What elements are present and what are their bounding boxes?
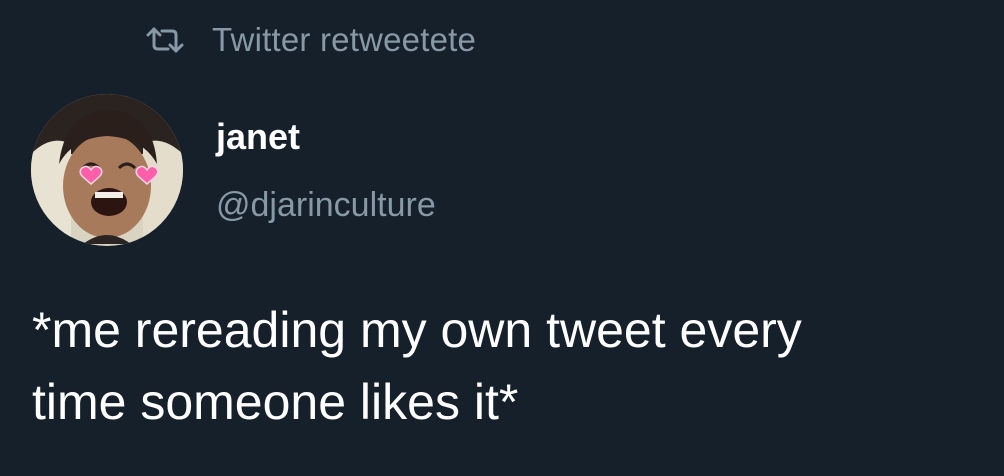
retweet-context: Twitter retweetete: [146, 20, 476, 60]
tweet-text-line-1: *me rereading my own tweet every: [32, 302, 802, 358]
retweet-icon: [146, 25, 184, 55]
retweet-label: Twitter retweetete: [212, 21, 477, 58]
avatar[interactable]: [31, 94, 183, 246]
tweet-text-line-2: time someone likes it*: [32, 374, 519, 430]
tweet-text: *me rereading my own tweet every time so…: [32, 294, 992, 438]
display-name[interactable]: janet: [216, 116, 300, 158]
avatar-photo: [31, 94, 183, 246]
user-handle[interactable]: @djarinculture: [216, 186, 436, 225]
